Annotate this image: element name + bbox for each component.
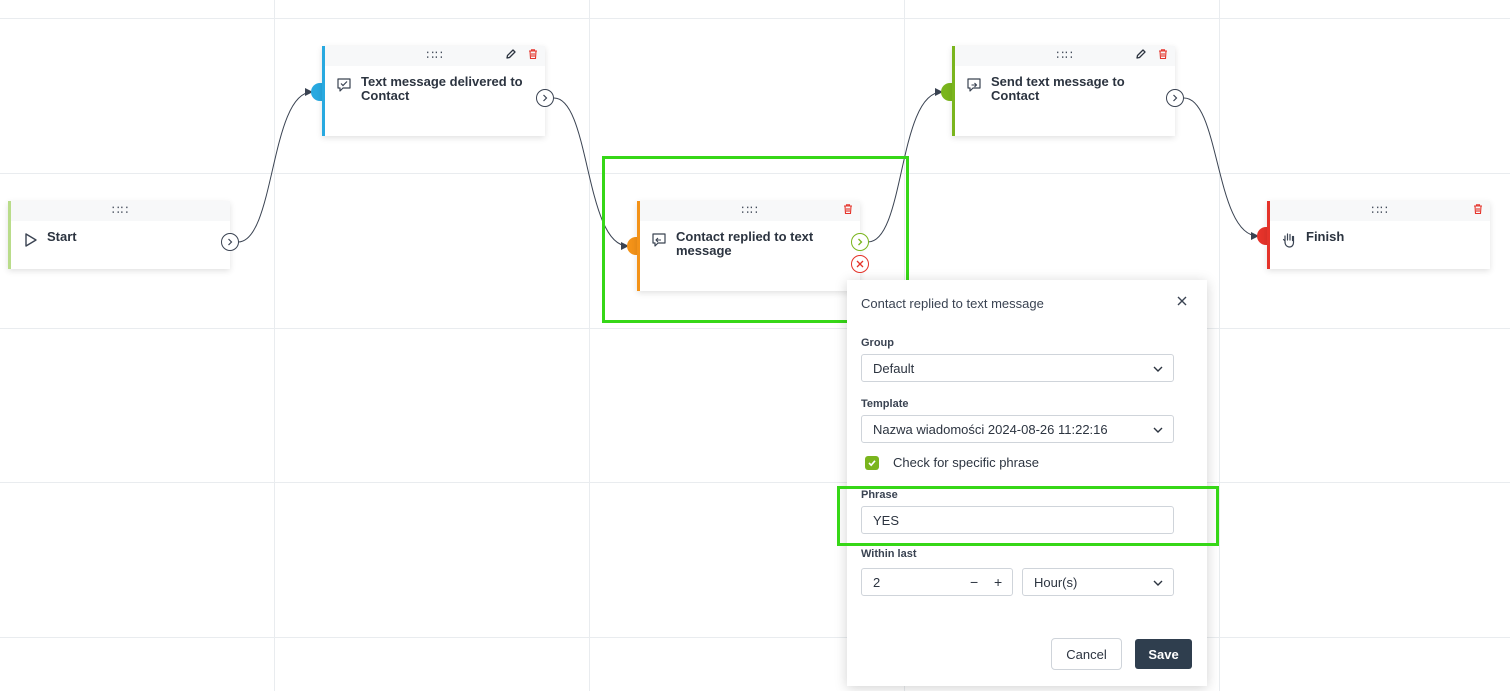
output-port[interactable] [221,233,239,251]
template-select[interactable]: Nazwa wiadomości 2024-08-26 11:22:16 [861,415,1174,443]
within-last-label: Within last [861,548,917,560]
drag-handle-icon[interactable]: ∷∷ [1056,49,1073,61]
save-button[interactable]: Save [1135,639,1192,669]
template-label: Template [861,398,909,410]
group-label: Group [861,337,894,349]
node-header: ∷∷ [1270,201,1490,221]
decrement-button[interactable]: − [970,575,978,589]
node-text-delivered[interactable]: ∷∷ Text message delivered to Contact [322,46,545,136]
node-header: ∷∷ [325,46,545,66]
node-start[interactable]: ∷∷ Start [8,201,230,269]
check-phrase-label: Check for specific phrase [893,455,1039,470]
chevron-down-icon [1153,580,1163,586]
within-last-value: 2 [873,575,881,590]
check-phrase-row[interactable]: Check for specific phrase [865,455,1039,470]
node-title: Start [47,229,77,244]
node-title: Finish [1306,229,1345,244]
delete-icon[interactable] [1157,48,1169,60]
template-value: Nazwa wiadomości 2024-08-26 11:22:16 [873,422,1108,437]
node-header: ∷∷ [11,201,230,221]
play-icon [25,233,37,247]
chevron-down-icon [1153,366,1163,372]
group-value: Default [873,361,915,376]
node-header: ∷∷ [955,46,1175,66]
panel-title: Contact replied to text message [861,296,1044,311]
check-phrase-checkbox[interactable] [865,455,879,470]
node-finish[interactable]: ∷∷ Finish [1267,201,1490,269]
delete-icon[interactable] [527,48,539,60]
chevron-right-icon [543,94,548,102]
increment-button[interactable]: + [994,575,1002,589]
node-title: Send text message to Contact [991,74,1125,103]
edit-icon[interactable] [505,48,517,60]
group-select[interactable]: Default [861,354,1174,382]
node-settings-panel: Contact replied to text message Group De… [847,280,1207,686]
output-port[interactable] [1166,89,1184,107]
drag-handle-icon[interactable]: ∷∷ [426,49,443,61]
node-title: Text message delivered to Contact [361,74,523,103]
message-send-icon [967,78,981,92]
time-unit-select[interactable]: Hour(s) [1022,568,1174,596]
hand-stop-icon [1282,233,1295,248]
within-last-stepper[interactable]: 2 − + [861,568,1013,596]
drag-handle-icon[interactable]: ∷∷ [1371,204,1388,216]
output-port[interactable] [536,89,554,107]
cancel-button[interactable]: Cancel [1051,638,1122,670]
node-send-text[interactable]: ∷∷ Send text message to Contact [952,46,1175,136]
edit-icon[interactable] [1135,48,1147,60]
message-check-icon [337,78,351,92]
drag-handle-icon[interactable]: ∷∷ [112,204,129,216]
chevron-down-icon [1153,427,1163,433]
chevron-right-icon [228,238,233,246]
link-start-delivered [237,88,313,243]
chevron-right-icon [1173,94,1178,102]
connection-lines [237,88,1259,250]
highlight-box [837,486,1219,546]
time-unit-value: Hour(s) [1034,575,1078,590]
close-icon[interactable] [1175,294,1189,308]
delete-icon[interactable] [1472,203,1484,215]
link-send-finish [1183,97,1259,240]
checkmark-icon [868,459,876,466]
